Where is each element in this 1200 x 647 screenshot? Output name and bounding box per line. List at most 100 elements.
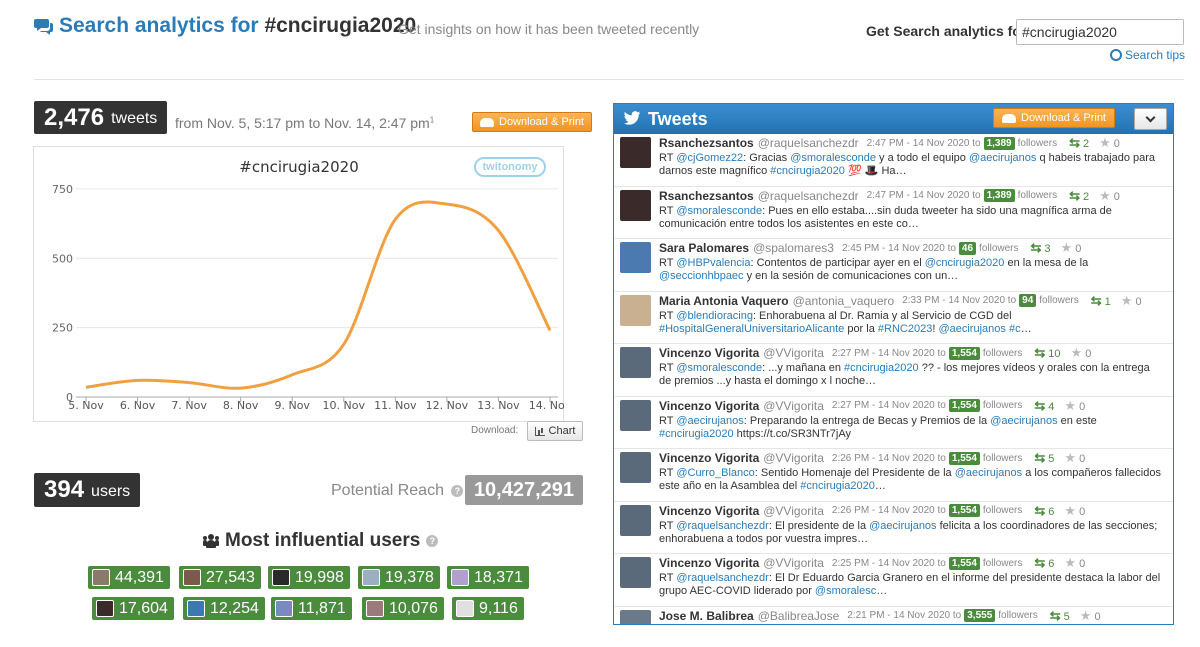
tweet-author-handle[interactable]: @VVigorita [763,346,824,360]
avatar[interactable] [620,137,651,168]
tweet-link[interactable]: @blendioracing [676,310,753,322]
influential-user-badge[interactable]: 19,998 [268,566,350,589]
influential-user-badge[interactable]: 44,391 [88,566,170,589]
tweet-link[interactable]: @HBPvalencia [676,257,750,269]
tweet-author-handle[interactable]: @VVigorita [763,556,824,570]
tweet-time[interactable]: 2:26 PM - 14 Nov 2020 to [832,453,946,464]
tweet-link[interactable]: @raquelsanchezdr [676,572,769,584]
tweet-author-handle[interactable]: @raquelsanchezdr [758,189,859,203]
tweet-author-handle[interactable]: @VVigorita [763,451,824,465]
tweet-time[interactable]: 2:45 PM - 14 Nov 2020 to [842,243,956,254]
tweet-author-name[interactable]: Sara Palomares [659,241,749,255]
avatar[interactable] [620,399,651,431]
tweet-meta: Rsanchezsantos @raquelsanchezdr 2:47 PM - … [659,188,1120,204]
tweet-time[interactable]: 2:27 PM - 14 Nov 2020 to [832,348,946,359]
tweet-author-name[interactable]: Vincenzo Vigorita [659,346,759,360]
tweet-link[interactable]: @seccionhbpaec [659,270,744,282]
tweet-author-handle[interactable]: @VVigorita [763,504,824,518]
tweet-link[interactable]: #c [1009,323,1021,335]
tweet-time[interactable]: 2:25 PM - 14 Nov 2020 to [832,558,946,569]
tweet-meta: Vincenzo Vigorita @VVigorita 2:25 PM - 14 … [659,555,1085,571]
tweet-row[interactable]: Rsanchezsantos @raquelsanchezdr 2:47 PM - … [614,187,1173,239]
tweet-row[interactable]: Sara Palomares @spalomares3 2:45 PM - 14 N… [614,239,1173,292]
tweet-author-handle[interactable]: @antonia_vaquero [793,294,895,308]
collapse-button[interactable] [1134,108,1167,130]
avatar[interactable] [620,452,651,483]
download-print-button[interactable]: Download & Print [472,112,592,132]
influential-user-badge[interactable]: 19,378 [358,566,440,589]
tweet-time[interactable]: 2:26 PM - 14 Nov 2020 to [832,505,946,516]
tweet-link[interactable]: #cncirugia2020 [800,480,875,492]
influential-user-badge[interactable]: 17,604 [92,597,174,620]
tweet-author-name[interactable]: Rsanchezsantos [659,136,754,150]
search-icon [1110,49,1122,61]
tweet-row[interactable]: Vincenzo Vigorita @VVigorita 2:26 PM - 14 … [614,502,1173,554]
tweets-download-print-button[interactable]: Download & Print [993,108,1115,128]
tweet-link[interactable]: @aecirujanos [955,467,1022,479]
tweet-time[interactable]: 2:47 PM - 14 Nov 2020 to [867,190,981,201]
avatar[interactable] [620,504,651,536]
tweet-link[interactable]: #cncirugia2020 [770,165,845,177]
tweet-link[interactable]: @smoralesconde [676,362,762,374]
search-input[interactable] [1016,19,1184,45]
tweet-link[interactable]: @smoralesc [815,585,876,597]
tweet-time[interactable]: 2:21 PM - 14 Nov 2020 to [847,610,961,621]
tweet-row[interactable]: Vincenzo Vigorita @VVigorita 2:26 PM - 14 … [614,449,1173,502]
avatar[interactable] [620,242,651,273]
tweet-link[interactable]: @raquelsanchezdr [676,520,769,532]
tweet-time[interactable]: 2:33 PM - 14 Nov 2020 to [902,295,1016,306]
tweet-time[interactable]: 2:27 PM - 14 Nov 2020 to [832,400,946,411]
tweet-link[interactable]: @smoralesconde [790,152,876,164]
search-tips-link[interactable]: Search tips [1110,48,1185,62]
star-icon: ★ [1064,397,1077,413]
influential-user-badge[interactable]: 12,254 [183,597,265,620]
tweet-link[interactable]: @aecirujanos [676,415,743,427]
tweet-author-name[interactable]: Vincenzo Vigorita [659,556,759,570]
tweet-row[interactable]: Maria Antonia Vaquero @antonia_vaquero 2:3… [614,292,1173,344]
tweet-time[interactable]: 2:47 PM - 14 Nov 2020 to [867,138,981,149]
tweet-link[interactable]: #cncirugia2020 [844,362,919,374]
retweet-icon: ⇆ [1090,292,1102,308]
tweet-link[interactable]: @Curro_Blanco [676,467,754,479]
tweet-link[interactable]: @aecirujanos [990,415,1057,427]
avatar[interactable] [620,557,651,588]
tweet-row[interactable]: Jose M. Balibrea @BalibreaJose 2:21 PM - 1… [614,607,1173,624]
tweet-row[interactable]: Vincenzo Vigorita @VVigorita 2:27 PM - 14 … [614,397,1173,449]
help-icon[interactable]: ? [451,485,464,497]
help-icon[interactable]: ? [426,535,439,547]
tweet-author-name[interactable]: Vincenzo Vigorita [659,451,759,465]
tweet-row[interactable]: Vincenzo Vigorita @VVigorita 2:27 PM - 14 … [614,344,1173,397]
tweet-author-handle[interactable]: @raquelsanchezdr [758,136,859,150]
tweet-link[interactable]: @aecirujanos [969,152,1036,164]
follower-count: 11,871 [298,599,346,617]
tweet-link[interactable]: @cncirugia2020 [925,257,1005,269]
avatar[interactable] [620,189,651,221]
tweet-link[interactable]: #cncirugia2020 [659,428,734,440]
tweet-author-name[interactable]: Vincenzo Vigorita [659,504,759,518]
tweet-row[interactable]: Vincenzo Vigorita @VVigorita 2:25 PM - 14 … [614,554,1173,607]
chart-download-button[interactable]: Chart [527,421,583,441]
tweet-row[interactable]: Rsanchezsantos @raquelsanchezdr 2:47 PM - … [614,134,1173,187]
tweet-link[interactable]: @aecirujanos [938,323,1005,335]
influential-user-badge[interactable]: 27,543 [179,566,261,589]
tweet-link[interactable]: @aecirujanos [869,520,936,532]
avatar[interactable] [620,609,651,624]
tweet-link[interactable]: #RNC2023 [878,323,932,335]
tweet-author-name[interactable]: Vincenzo Vigorita [659,399,759,413]
tweet-author-handle[interactable]: @VVigorita [763,399,824,413]
avatar[interactable] [620,347,651,378]
tweet-link[interactable]: @smoralesconde [676,205,762,217]
tweet-link[interactable]: @cjGomez22 [676,152,743,164]
influential-user-badge[interactable]: 10,076 [362,597,444,620]
influential-user-badge[interactable]: 18,371 [447,566,529,589]
avatar[interactable] [620,294,651,326]
tweet-author-name[interactable]: Rsanchezsantos [659,189,754,203]
tweet-author-name[interactable]: Jose M. Balibrea [659,609,754,623]
tweet-link[interactable]: #HospitalGeneralUniversitarioAlicante [659,323,844,335]
influential-user-badge[interactable]: 11,871 [271,597,352,620]
tweet-author-name[interactable]: Maria Antonia Vaquero [659,294,789,308]
influential-user-badge[interactable]: 9,116 [452,597,524,620]
tweet-author-handle[interactable]: @spalomares3 [753,241,834,255]
favorite-value: 0 [1135,295,1142,308]
tweet-author-handle[interactable]: @BalibreaJose [758,609,840,623]
